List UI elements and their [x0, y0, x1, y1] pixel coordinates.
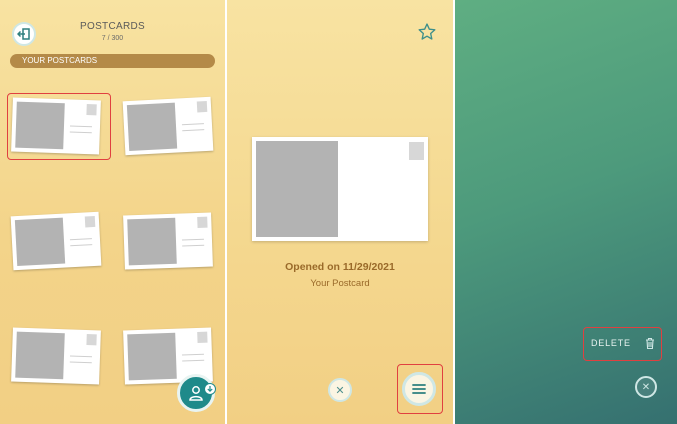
- postcard-large: [252, 137, 428, 241]
- postcard-photo: [126, 102, 178, 152]
- postcard-thumbnail-1[interactable]: [11, 97, 101, 155]
- postcard-detail-screen: Opened on 11/29/2021 Your Postcard ✕: [227, 0, 453, 424]
- postcard-line: [69, 355, 93, 358]
- page-title: POSTCARDS: [80, 21, 145, 32]
- postcard-stamp: [86, 334, 97, 346]
- postcard-photo: [256, 141, 338, 237]
- close-icon: ✕: [335, 384, 345, 397]
- close-button[interactable]: ✕: [328, 378, 352, 402]
- postcard-photo: [15, 101, 65, 150]
- delete-label: DELETE: [591, 338, 631, 348]
- postcard-line: [69, 131, 92, 134]
- star-outline-icon[interactable]: [417, 22, 437, 42]
- postcard-stamp: [197, 216, 208, 228]
- postcard-line: [181, 123, 204, 126]
- postcard-photo: [127, 217, 177, 266]
- postcard-line: [69, 125, 93, 128]
- postcard-stamp: [409, 142, 424, 160]
- delete-button[interactable]: DELETE: [591, 332, 661, 354]
- postcard-line: [69, 361, 92, 364]
- postcard-line: [69, 238, 92, 241]
- postcard-stamp: [196, 100, 208, 113]
- user-icon: [189, 386, 203, 401]
- postcard-thumbnail-2[interactable]: [122, 96, 214, 156]
- postcard-thumbnail-3[interactable]: [10, 211, 102, 271]
- postcard-photo: [15, 331, 65, 380]
- postcard-stamp: [84, 215, 96, 228]
- postcard-line: [182, 244, 205, 247]
- postcards-list-screen: POSTCARDS 7 / 300 YOUR POSTCARDS: [0, 0, 225, 424]
- download-badge: [204, 383, 216, 395]
- close-overlay-button[interactable]: ✕: [635, 376, 657, 398]
- postcard-line: [181, 353, 204, 356]
- hamburger-icon: [412, 384, 426, 394]
- postcard-stamp: [197, 331, 208, 343]
- postcard-thumbnail-5[interactable]: [11, 327, 101, 385]
- postcard-thumbnail-4[interactable]: [123, 212, 213, 270]
- menu-button[interactable]: [402, 372, 436, 406]
- opened-date: Opened on 11/29/2021: [285, 261, 395, 273]
- trash-icon: [645, 337, 654, 350]
- postcard-owner-label: Your Postcard: [310, 278, 370, 289]
- section-header: YOUR POSTCARDS: [10, 54, 215, 68]
- postcard-count: 7 / 300: [101, 35, 124, 42]
- postcard-line: [182, 359, 205, 362]
- postcard-photo: [127, 332, 177, 381]
- postcard-stamp: [86, 104, 97, 116]
- close-icon: ✕: [641, 381, 651, 393]
- postcard-line: [182, 129, 205, 132]
- postcard-line: [70, 244, 93, 247]
- postcard-photo: [14, 217, 66, 267]
- download-arrow-icon: [207, 386, 213, 393]
- postcard-line: [181, 238, 204, 241]
